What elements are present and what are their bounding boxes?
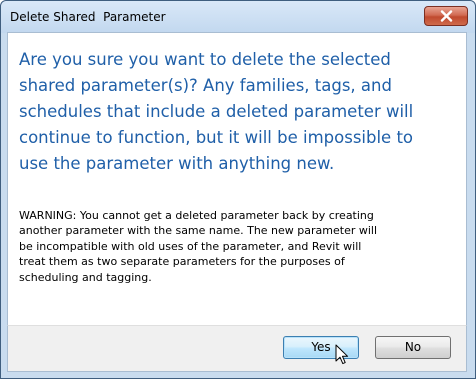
dialog-title: Delete Shared Parameter	[10, 10, 166, 24]
question-line: use the parameter with anything new.	[19, 154, 335, 173]
message-area: Are you sure you want to delete the sele…	[7, 32, 467, 325]
question-line: Are you sure you want to delete the sele…	[19, 50, 391, 69]
warning-line: treat them as two separate parameters fo…	[19, 255, 345, 269]
warning-line: be incompatible with old uses of the par…	[19, 239, 362, 253]
button-bar: Yes No	[7, 325, 467, 372]
question-line: continue to function, but it will be imp…	[19, 128, 414, 147]
warning-line: another parameter with the same name. Th…	[19, 224, 378, 238]
warning-line: WARNING: You cannot get a deleted parame…	[19, 209, 374, 222]
confirmation-question: Are you sure you want to delete the sele…	[19, 47, 464, 177]
question-line: shared parameter(s)? Any families, tags,…	[19, 76, 392, 95]
warning-line: scheduling and tagging.	[19, 270, 152, 284]
no-button[interactable]: No	[375, 336, 451, 359]
close-icon	[440, 10, 453, 22]
title-bar[interactable]: Delete Shared Parameter	[1, 1, 475, 33]
question-line: schedules that include a deleted paramet…	[19, 102, 414, 121]
close-button[interactable]	[424, 6, 468, 26]
arrow-pointer-icon	[335, 344, 349, 365]
warning-text: WARNING: You cannot get a deleted parame…	[19, 208, 467, 285]
